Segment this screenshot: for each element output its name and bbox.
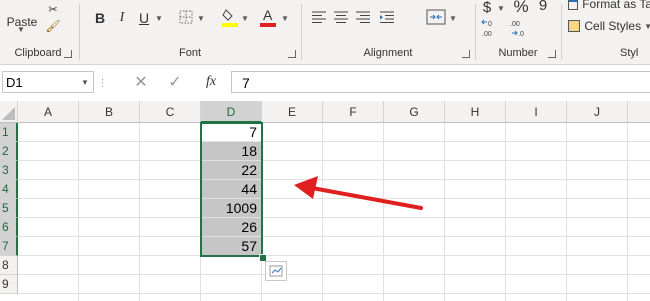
annotation-arrow-icon <box>294 176 423 210</box>
